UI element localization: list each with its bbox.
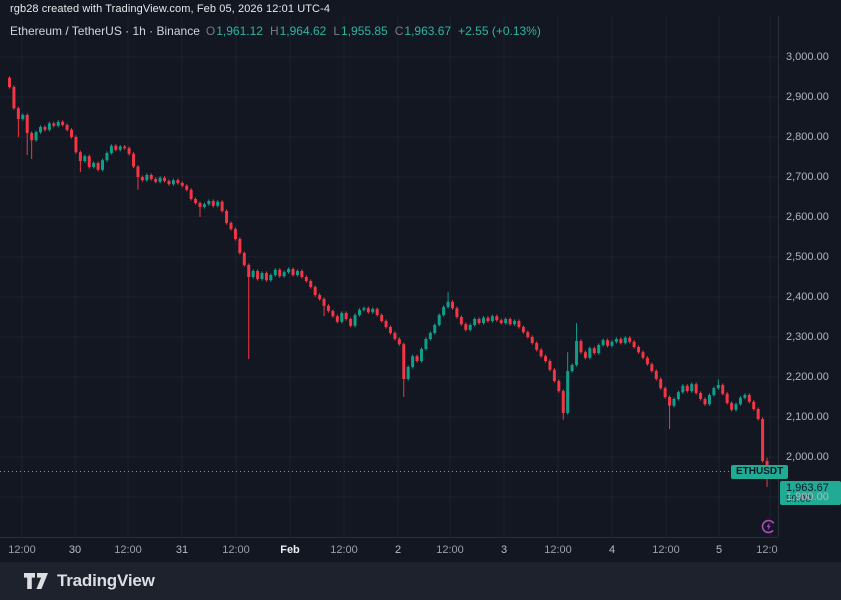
close-value: 1,963.67 bbox=[404, 24, 451, 38]
time-tick: Feb bbox=[280, 544, 300, 556]
price-axis[interactable]: 1,963.67 59:00 3,000.002,900.002,800.002… bbox=[778, 16, 841, 537]
session-countdown-icon[interactable] bbox=[761, 519, 776, 534]
time-tick: 12:00 bbox=[222, 544, 250, 556]
price-tick: 2,500.00 bbox=[786, 251, 829, 263]
lightning-bolt-icon bbox=[767, 522, 771, 530]
tradingview-logo[interactable]: TradingView bbox=[24, 571, 155, 591]
price-tick: 1,900.00 bbox=[786, 491, 829, 503]
time-tick: 30 bbox=[69, 544, 81, 556]
time-tick: 12:00 bbox=[652, 544, 680, 556]
time-tick: 12:00 bbox=[8, 544, 36, 556]
price-tick: 2,000.00 bbox=[786, 451, 829, 463]
time-tick: 5 bbox=[716, 544, 722, 556]
time-tick: 12:00 bbox=[436, 544, 464, 556]
candlestick-chart[interactable] bbox=[0, 0, 841, 600]
time-tick: 3 bbox=[501, 544, 507, 556]
time-tick: 12:00 bbox=[544, 544, 572, 556]
time-axis[interactable]: 12:00 30 12:00 31 12:00 Feb 12:00 2 12:00 3 12:00 4… bbox=[0, 537, 778, 562]
time-tick: 2 bbox=[395, 544, 401, 556]
candles bbox=[8, 76, 769, 487]
open-value: 1,961.12 bbox=[216, 24, 263, 38]
price-tick: 2,200.00 bbox=[786, 371, 829, 383]
time-tick: 12:00 bbox=[114, 544, 142, 556]
footer-bar: TradingView bbox=[0, 562, 841, 600]
price-tick: 3,000.00 bbox=[786, 51, 829, 63]
high-value: 1,964.62 bbox=[280, 24, 327, 38]
price-tick: 2,900.00 bbox=[786, 91, 829, 103]
low-label: L bbox=[333, 24, 340, 38]
price-tick: 2,700.00 bbox=[786, 171, 829, 183]
high-label: H bbox=[270, 24, 279, 38]
time-tick: 4 bbox=[609, 544, 615, 556]
tradingview-wordmark: TradingView bbox=[57, 571, 155, 591]
open-label: O bbox=[206, 24, 215, 38]
price-tick: 2,300.00 bbox=[786, 331, 829, 343]
chart-legend: Ethereum / TetherUS · 1h · Binance O1,96… bbox=[10, 23, 541, 39]
tradingview-snapshot: rgb28 created with TradingView.com, Feb … bbox=[0, 0, 841, 600]
close-label: C bbox=[395, 24, 404, 38]
tradingview-mark-icon bbox=[24, 573, 48, 589]
ohlc-values: O1,961.12 H1,964.62 L1,955.85 C1,963.67 … bbox=[206, 24, 541, 38]
change-value: +2.55 (+0.13%) bbox=[458, 24, 541, 38]
low-value: 1,955.85 bbox=[341, 24, 388, 38]
time-tick: 12:00 bbox=[330, 544, 358, 556]
price-tick: 2,400.00 bbox=[786, 291, 829, 303]
attribution-text: rgb28 created with TradingView.com, Feb … bbox=[10, 3, 330, 15]
price-line-symbol-badge: ETHUSDT bbox=[731, 465, 788, 479]
price-tick: 2,100.00 bbox=[786, 411, 829, 423]
price-tick: 2,600.00 bbox=[786, 211, 829, 223]
time-tick: 12:00 bbox=[756, 544, 778, 556]
symbol-title[interactable]: Ethereum / TetherUS · 1h · Binance bbox=[10, 24, 200, 38]
time-tick: 31 bbox=[176, 544, 188, 556]
price-tick: 2,800.00 bbox=[786, 131, 829, 143]
grid bbox=[0, 16, 778, 537]
